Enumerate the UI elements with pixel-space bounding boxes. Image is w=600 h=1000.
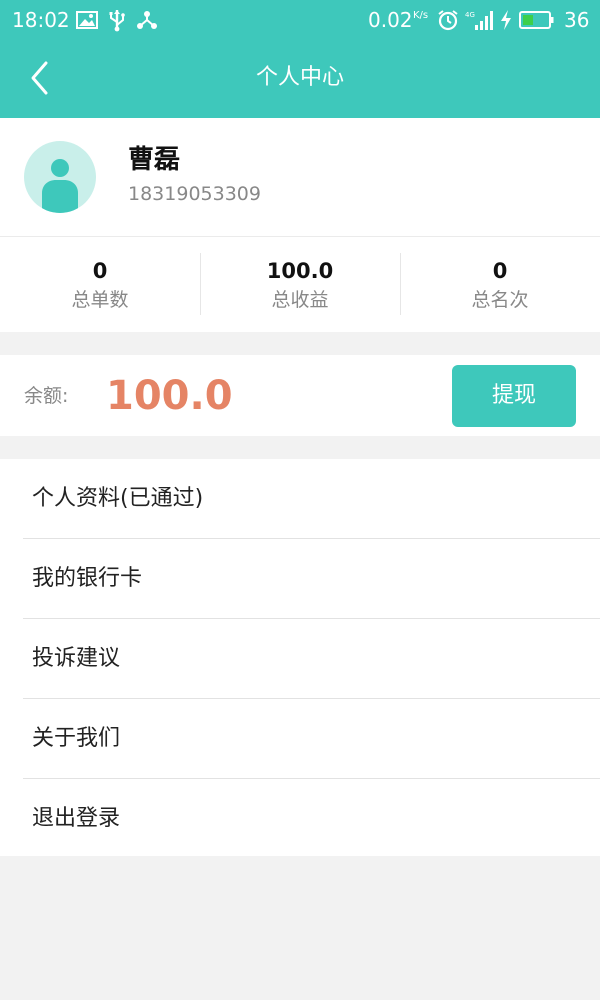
stat-total-orders[interactable]: 0 总单数 [0,237,200,332]
svg-text:4G: 4G [465,11,475,19]
profile-section: 曹磊 18319053309 0 总单数 100.0 总收益 0 总名次 [0,118,600,332]
nav-bar: 个人中心 [0,40,600,118]
menu-item-feedback[interactable]: 投诉建议 [23,619,600,699]
menu-item-label: 我的银行卡 [32,566,143,591]
menu-item-about-us[interactable]: 关于我们 [23,699,600,779]
status-left-icons [74,7,164,33]
avatar[interactable] [24,141,96,213]
network-speed-unit: K/s [413,10,429,21]
user-phone: 18319053309 [128,183,261,205]
menu-item-profile-info[interactable]: 个人资料(已通过) [23,459,600,539]
usb-icon [104,7,130,33]
page-title: 个人中心 [255,65,344,90]
battery-level: 36 [564,8,590,32]
menu-item-label: 退出登录 [32,806,121,831]
balance-value: 100.0 [106,373,233,419]
network-speed: 0.02 [368,8,413,32]
battery-icon [519,7,555,33]
signal-4g-icon: 4G [465,7,493,33]
image-icon [74,7,100,33]
charging-icon [499,7,513,33]
share-icon [134,7,160,33]
user-name: 曹磊 [128,145,181,175]
stat-total-earnings[interactable]: 100.0 总收益 [200,237,400,332]
withdraw-button[interactable]: 提现 [452,365,576,427]
stat-label: 总单数 [71,289,129,311]
status-bar: 18:02 0.02 K/s 4G 36 [0,0,600,40]
balance-section: 余额: 100.0 提现 [0,355,600,436]
menu-item-label: 个人资料(已通过) [32,486,204,511]
balance-label: 余额: [24,385,69,407]
stats-row: 0 总单数 100.0 总收益 0 总名次 [0,237,600,332]
menu-item-bank-card[interactable]: 我的银行卡 [23,539,600,619]
menu-item-label: 投诉建议 [32,646,121,671]
user-avatar-icon [42,159,78,213]
menu-item-label: 关于我们 [32,726,121,751]
menu-item-logout[interactable]: 退出登录 [23,779,600,858]
status-time: 18:02 [12,8,70,32]
personal-center-screen: 18:02 0.02 K/s 4G 36 个人中心 曹磊 18319053309… [0,0,600,1000]
stat-label: 总名次 [471,289,529,311]
stat-total-rank[interactable]: 0 总名次 [400,237,600,332]
alarm-icon [437,7,459,33]
status-right-icons: 4G [437,7,561,33]
stat-value: 100.0 [266,259,334,283]
stat-value: 0 [92,259,108,283]
stat-label: 总收益 [271,289,329,311]
stat-value: 0 [492,259,508,283]
menu-list: 个人资料(已通过) 我的银行卡 投诉建议 关于我们 退出登录 [0,459,600,856]
